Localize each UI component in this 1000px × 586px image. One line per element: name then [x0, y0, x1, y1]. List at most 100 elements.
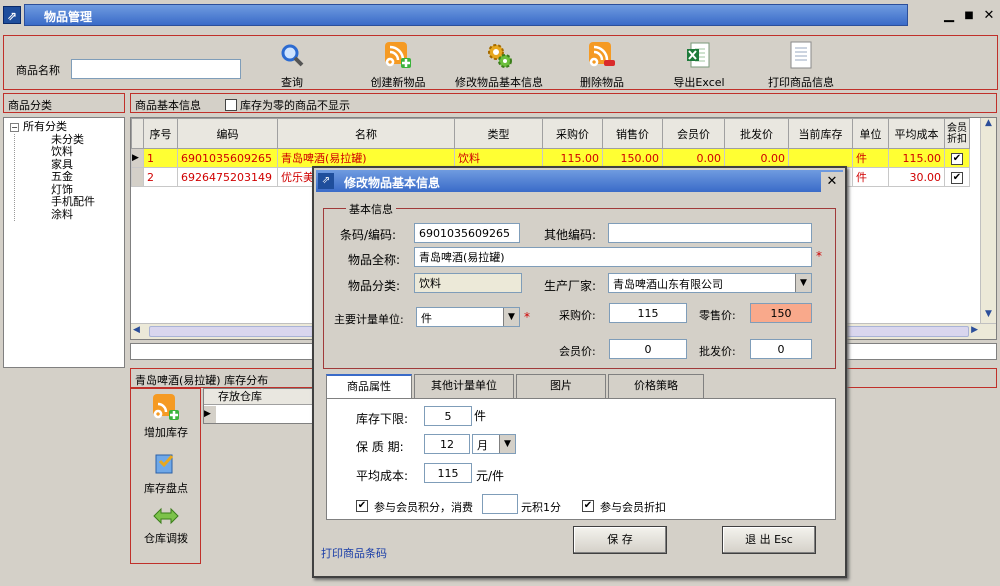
col-member[interactable]: 会员价 — [662, 118, 725, 149]
stock-table: 存放仓库 ▶ — [203, 388, 313, 424]
zero-stock-checkbox[interactable] — [224, 99, 237, 111]
scroll-up-icon[interactable]: ▲ — [981, 118, 996, 132]
min-stock-label: 库存下限: — [356, 412, 409, 426]
required-mark: * — [524, 310, 530, 324]
tree-root[interactable]: − 所有分类 — [10, 120, 118, 134]
transfer-button[interactable]: 仓库调拨 — [135, 505, 197, 546]
row-pointer-icon: ▶ — [204, 406, 216, 423]
dropdown-arrow-icon[interactable]: ▼ — [795, 274, 811, 292]
query-button[interactable]: 查询 — [267, 40, 317, 89]
retail-label: 零售价: — [699, 309, 736, 322]
toolbar: 商品名称 查询 创建新物品 修改物品基本信息 删除物品 导出Excel 打印商品… — [3, 35, 998, 90]
dropdown-arrow-icon[interactable]: ▼ — [503, 308, 519, 326]
document-icon — [786, 40, 816, 70]
close-button[interactable]: ✕ — [980, 8, 998, 24]
inventory-check-icon — [135, 451, 197, 480]
min-stock-unit: 件 — [474, 409, 487, 423]
search-input[interactable] — [71, 59, 241, 79]
discount-checkbox[interactable]: ✔ — [951, 153, 963, 165]
scroll-down-icon[interactable]: ▼ — [981, 309, 996, 323]
print-item-button[interactable]: 打印商品信息 — [761, 40, 841, 89]
member-price-input[interactable] — [609, 339, 687, 359]
tab-other-units[interactable]: 其他计量单位 — [414, 374, 514, 398]
scroll-right-icon[interactable]: ▶ — [971, 325, 978, 335]
shelf-life-input[interactable] — [424, 434, 470, 454]
wholesale-input[interactable] — [750, 339, 812, 359]
retail-input[interactable] — [750, 303, 812, 323]
tree-item[interactable]: 饮料 — [51, 145, 118, 159]
col-code[interactable]: 编码 — [177, 118, 278, 149]
basic-info-title: 基本信息 — [346, 201, 396, 217]
minimize-button[interactable]: ▁ — [940, 8, 958, 24]
magnifier-icon — [277, 40, 307, 70]
category-input[interactable] — [414, 273, 522, 293]
unit-select[interactable]: 件 ▼ — [416, 307, 520, 327]
rss-remove-icon — [587, 40, 617, 70]
other-code-input[interactable] — [608, 223, 812, 243]
shelf-unit-select[interactable]: 月 ▼ — [472, 434, 516, 454]
tab-product-attributes[interactable]: 商品属性 — [326, 374, 412, 398]
maximize-button[interactable]: ■ — [960, 8, 978, 24]
discount-checkbox[interactable]: ✔ — [951, 172, 963, 184]
tab-images[interactable]: 图片 — [516, 374, 606, 398]
window-titlebar: ⇗ 物品管理 ▁ ■ ✕ — [0, 0, 1000, 30]
rss-add-icon — [383, 40, 413, 70]
dropdown-arrow-icon[interactable]: ▼ — [499, 435, 515, 453]
points-amount-input[interactable] — [482, 494, 518, 514]
table-header: 序号 编码 名称 类型 采购价 销售价 会员价 批发价 当前库存 单位 平均成本… — [131, 118, 970, 149]
maker-select[interactable]: 青岛啤酒山东有限公司 ▼ — [608, 273, 812, 293]
tree-item[interactable]: 涂料 — [51, 208, 118, 222]
collapse-icon[interactable]: − — [10, 123, 19, 132]
col-stock[interactable]: 当前库存 — [788, 118, 853, 149]
export-excel-button[interactable]: 导出Excel — [664, 40, 734, 89]
create-item-button[interactable]: 创建新物品 — [358, 40, 438, 89]
purchase-label: 采购价: — [559, 309, 596, 322]
shelf-life-label: 保 质 期: — [356, 440, 404, 454]
add-stock-button[interactable]: 增加库存 — [135, 393, 197, 440]
fullname-input[interactable] — [414, 247, 812, 267]
table-row[interactable]: ▶ 1 6901035609265 青岛啤酒(易拉罐) 饮料 115.00 15… — [131, 148, 970, 168]
maker-label: 生产厂家: — [544, 279, 597, 293]
vertical-scrollbar[interactable]: ▲ ▼ — [980, 118, 996, 323]
barcode-input[interactable] — [414, 223, 520, 243]
member-discount-checkbox[interactable]: ✔ — [582, 500, 594, 512]
col-no[interactable]: 序号 — [143, 118, 178, 149]
col-unit[interactable]: 单位 — [852, 118, 889, 149]
add-stock-icon — [135, 393, 197, 424]
tree-item[interactable]: 手机配件 — [51, 195, 118, 209]
category-tree: − 所有分类 未分类 饮料 家具 五金 灯饰 手机配件 涂料 — [3, 117, 125, 368]
avg-cost-input[interactable] — [424, 463, 472, 483]
col-cost[interactable]: 平均成本 — [888, 118, 945, 149]
col-warehouse[interactable]: 存放仓库 — [204, 389, 312, 405]
print-barcode-link[interactable]: 打印商品条码 — [321, 545, 387, 561]
purchase-input[interactable] — [609, 303, 687, 323]
stock-actions: 增加库存 库存盘点 仓库调拨 — [130, 388, 201, 564]
app-icon: ⇗ — [3, 6, 21, 24]
transfer-icon — [135, 505, 197, 530]
tab-price-strategy[interactable]: 价格策略 — [608, 374, 704, 398]
save-button[interactable]: 保 存 — [573, 526, 667, 554]
avg-cost-label: 平均成本: — [356, 469, 409, 483]
col-discount[interactable]: 会员折扣 — [944, 118, 970, 149]
category-panel-header: 商品分类 — [3, 93, 125, 113]
col-name[interactable]: 名称 — [277, 118, 455, 149]
member-discount-label: 参与会员折扣 — [600, 501, 666, 514]
col-type[interactable]: 类型 — [454, 118, 543, 149]
col-purchase[interactable]: 采购价 — [542, 118, 603, 149]
edit-item-button[interactable]: 修改物品基本信息 — [444, 40, 554, 89]
row-pointer-icon: ▶ — [131, 148, 144, 168]
min-stock-input[interactable] — [424, 406, 472, 426]
tree-item[interactable]: 五金 — [51, 170, 118, 184]
dialog-close-button[interactable]: ✕ — [821, 172, 843, 192]
exit-button[interactable]: 退 出 Esc — [722, 526, 816, 554]
col-wholesale[interactable]: 批发价 — [724, 118, 789, 149]
avg-cost-unit: 元/件 — [476, 469, 505, 483]
scroll-left-icon[interactable]: ◀ — [133, 325, 140, 335]
delete-item-button[interactable]: 删除物品 — [567, 40, 637, 89]
member-points-checkbox[interactable]: ✔ — [356, 500, 368, 512]
search-label: 商品名称 — [16, 64, 60, 77]
inventory-check-button[interactable]: 库存盘点 — [135, 451, 197, 496]
dialog-titlebar: ⇗ 修改物品基本信息 — [316, 170, 843, 192]
info-panel-header: 商品基本信息 库存为零的商品不显示 — [130, 93, 997, 113]
col-sale[interactable]: 销售价 — [602, 118, 663, 149]
